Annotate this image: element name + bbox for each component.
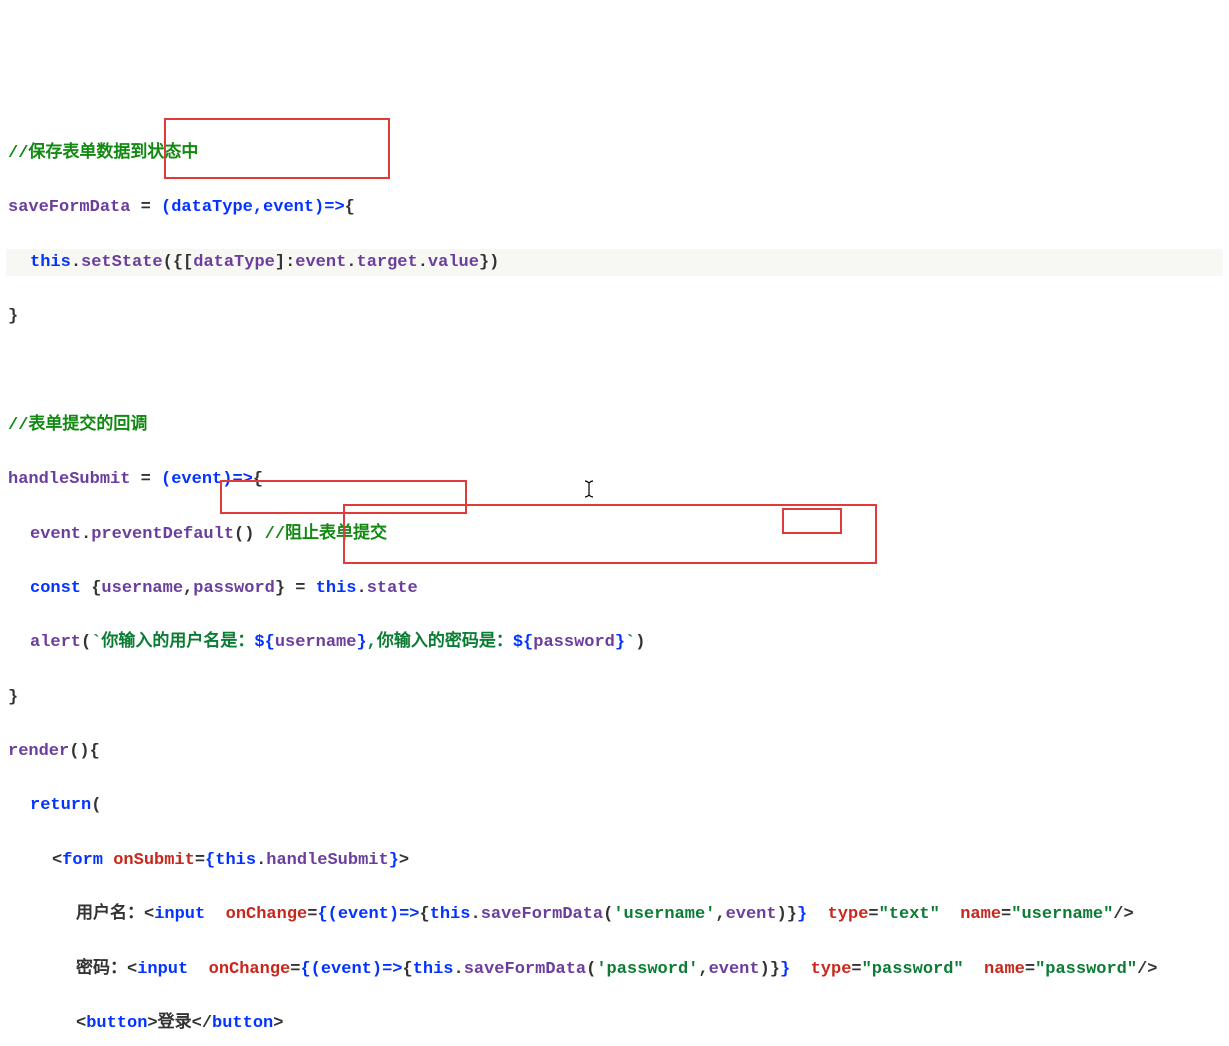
fn-saveFormData: saveFormData [8, 198, 130, 217]
fn-render: render [8, 742, 69, 761]
code-editor[interactable]: //保存表单数据到状态中 saveFormData = (dataType,ev… [6, 113, 1223, 1046]
fn-handleSubmit: handleSubmit [8, 470, 130, 489]
comment-submit: //表单提交的回调 [8, 416, 147, 435]
comment-save: //保存表单数据到状态中 [8, 144, 198, 163]
